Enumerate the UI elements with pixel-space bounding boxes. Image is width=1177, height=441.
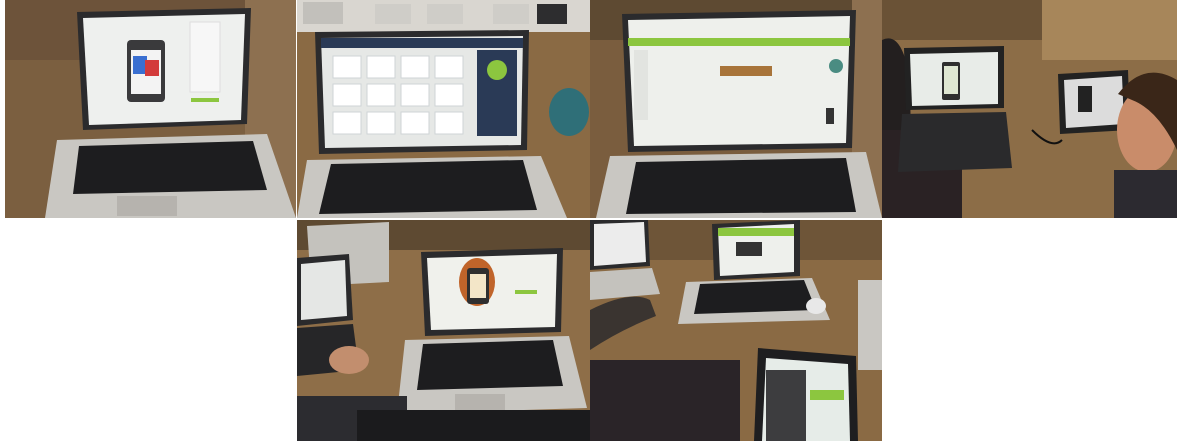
photo-students-at-laptops	[882, 0, 1177, 218]
photo-laptop-green-editor	[590, 0, 882, 218]
photo-laptop-app-editor	[5, 0, 296, 218]
photo-tablet-and-laptop	[590, 220, 882, 441]
photo-collage: { "collage": { "photos": [ {"subject": "…	[0, 0, 1177, 441]
photo-laptop-screen-grid	[297, 0, 590, 218]
photo-laptop-phone-mockup	[297, 220, 590, 441]
